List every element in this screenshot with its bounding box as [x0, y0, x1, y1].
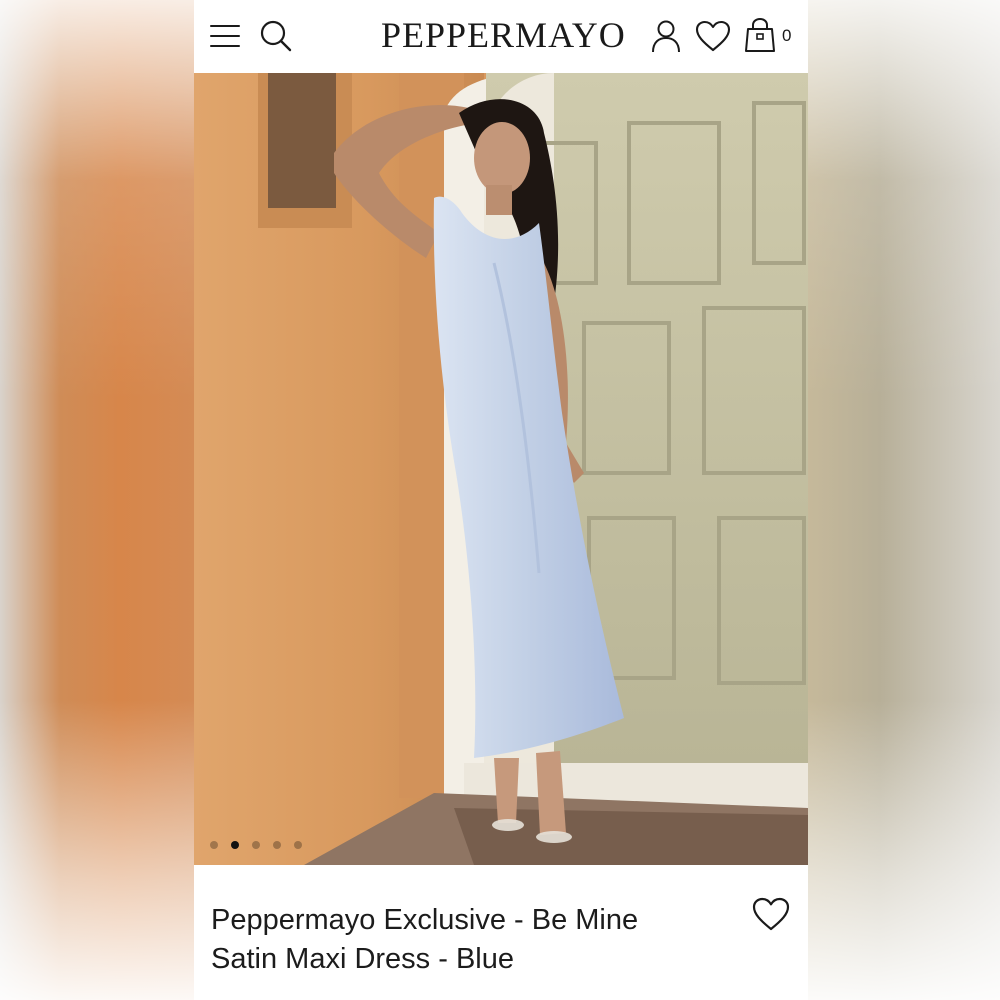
- shopping-bag-icon[interactable]: [743, 16, 777, 54]
- search-icon[interactable]: [258, 18, 294, 54]
- header-bar: PEPPERMAYO 0: [194, 0, 808, 73]
- heart-icon[interactable]: [694, 18, 732, 54]
- user-icon[interactable]: [649, 18, 683, 54]
- cart-count: 0: [782, 26, 792, 45]
- gallery-dot[interactable]: [273, 841, 281, 849]
- gallery-pagination: [210, 841, 302, 849]
- gallery-dot[interactable]: [210, 841, 218, 849]
- product-photo-illustration: [194, 73, 808, 865]
- brand-logo[interactable]: PEPPERMAYO: [381, 12, 625, 58]
- gallery-dot-active[interactable]: [231, 841, 239, 849]
- product-image[interactable]: [194, 73, 808, 865]
- mobile-screen: PEPPERMAYO 0 Peppermayo Exclusive - Be M…: [194, 0, 808, 1000]
- gallery-dot[interactable]: [252, 841, 260, 849]
- gallery-dot[interactable]: [294, 841, 302, 849]
- hamburger-menu-icon[interactable]: [208, 20, 242, 52]
- product-title: Peppermayo Exclusive - Be Mine Satin Max…: [211, 904, 639, 975]
- product-info: Peppermayo Exclusive - Be Mine Satin Max…: [194, 865, 808, 1000]
- heart-icon[interactable]: [752, 897, 792, 937]
